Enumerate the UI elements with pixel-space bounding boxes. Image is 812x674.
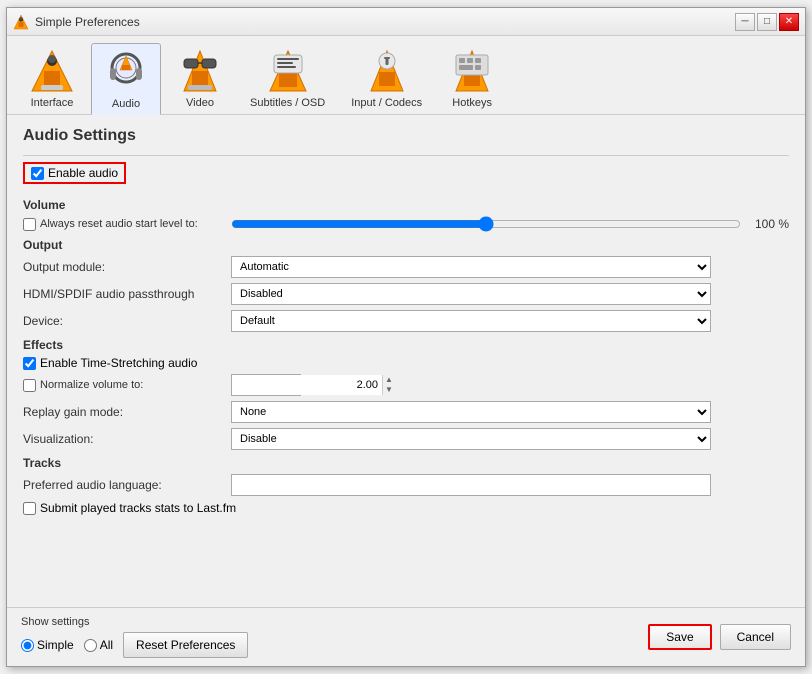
normalize-row: Normalize volume to: ▲ ▼ — [23, 374, 789, 396]
normalize-value-input[interactable] — [232, 375, 382, 395]
radio-group: Simple All Reset Preferences — [21, 632, 248, 658]
tab-subtitles[interactable]: Subtitles / OSD — [239, 42, 336, 114]
save-button[interactable]: Save — [648, 624, 711, 650]
tab-input-label: Input / Codecs — [351, 97, 422, 109]
tab-video[interactable]: Video — [165, 42, 235, 114]
volume-group-label: Volume — [23, 198, 789, 212]
all-radio-label: All — [100, 638, 113, 652]
main-window: Simple Preferences ─ □ ✕ Interface — [6, 7, 806, 667]
cancel-button[interactable]: Cancel — [720, 624, 791, 650]
normalize-spinner: ▲ ▼ — [231, 374, 301, 396]
footer-right: Save Cancel — [648, 624, 791, 650]
preferred-lang-row: Preferred audio language: — [23, 474, 789, 496]
title-bar: Simple Preferences ─ □ ✕ — [7, 8, 805, 36]
output-group-label: Output — [23, 238, 789, 252]
all-radio-item[interactable]: All — [84, 638, 113, 652]
hotkeys-tab-icon — [448, 47, 496, 95]
show-settings-label: Show settings — [21, 616, 248, 628]
visualization-label: Visualization: — [23, 432, 223, 446]
tab-subtitles-label: Subtitles / OSD — [250, 97, 325, 109]
input-tab-icon — [363, 47, 411, 95]
submit-tracks-checkbox[interactable] — [23, 502, 36, 515]
tab-hotkeys-label: Hotkeys — [452, 97, 492, 109]
title-divider — [23, 155, 789, 156]
main-content: Audio Settings Enable audio Volume Alway… — [7, 115, 805, 607]
footer-left: Show settings Simple All Reset Preferenc… — [21, 616, 248, 658]
hdmi-row: HDMI/SPDIF audio passthrough Disabled — [23, 283, 789, 305]
volume-slider-container: 100 % — [231, 216, 789, 232]
normalize-label: Normalize volume to: — [40, 379, 143, 391]
footer: Show settings Simple All Reset Preferenc… — [7, 607, 805, 666]
submit-tracks-label: Submit played tracks stats to Last.fm — [40, 501, 236, 515]
output-module-select[interactable]: Automatic — [231, 256, 711, 278]
close-button[interactable]: ✕ — [779, 13, 799, 31]
tab-input[interactable]: Input / Codecs — [340, 42, 433, 114]
preferred-lang-input[interactable] — [231, 474, 711, 496]
all-radio[interactable] — [84, 639, 97, 652]
visualization-select[interactable]: Disable — [231, 428, 711, 450]
interface-tab-icon — [28, 47, 76, 95]
effects-group-label: Effects — [23, 338, 789, 352]
submit-tracks-row: Submit played tracks stats to Last.fm — [23, 501, 789, 515]
device-row: Device: Default — [23, 310, 789, 332]
window-title: Simple Preferences — [35, 15, 140, 29]
tab-hotkeys[interactable]: Hotkeys — [437, 42, 507, 114]
replay-gain-label: Replay gain mode: — [23, 405, 223, 419]
subtitles-tab-icon — [264, 47, 312, 95]
volume-value: 100 % — [749, 217, 789, 231]
enable-audio-checkbox[interactable] — [31, 167, 44, 180]
always-reset-checkbox[interactable] — [23, 218, 36, 231]
audio-tab-icon — [102, 48, 150, 96]
spinner-up[interactable]: ▲ — [383, 375, 395, 385]
title-bar-controls: ─ □ ✕ — [735, 13, 799, 31]
simple-radio-item[interactable]: Simple — [21, 638, 74, 652]
enable-audio-label: Enable audio — [48, 166, 118, 180]
tracks-group-label: Tracks — [23, 456, 789, 470]
always-reset-label: Always reset audio start level to: — [40, 218, 198, 230]
simple-radio-label: Simple — [37, 638, 74, 652]
spinner-arrows: ▲ ▼ — [382, 375, 395, 395]
tab-interface[interactable]: Interface — [17, 42, 87, 114]
always-reset-row: Always reset audio start level to: 100 % — [23, 216, 789, 232]
replay-gain-row: Replay gain mode: None — [23, 401, 789, 423]
visualization-row: Visualization: Disable — [23, 428, 789, 450]
normalize-checkbox[interactable] — [23, 379, 36, 392]
time-stretch-checkbox[interactable] — [23, 357, 36, 370]
tab-interface-label: Interface — [31, 97, 74, 109]
tab-audio[interactable]: Audio — [91, 43, 161, 115]
device-label: Device: — [23, 314, 223, 328]
time-stretch-row: Enable Time-Stretching audio — [23, 356, 789, 370]
enable-audio-box: Enable audio — [23, 162, 126, 184]
video-tab-icon — [176, 47, 224, 95]
simple-radio[interactable] — [21, 639, 34, 652]
output-module-label: Output module: — [23, 260, 223, 274]
reset-preferences-button[interactable]: Reset Preferences — [123, 632, 248, 658]
output-module-row: Output module: Automatic — [23, 256, 789, 278]
replay-gain-select[interactable]: None — [231, 401, 711, 423]
spinner-down[interactable]: ▼ — [383, 385, 395, 395]
volume-slider[interactable] — [231, 216, 741, 232]
vlc-title-icon — [13, 14, 29, 30]
nav-tabs: Interface Audio — [7, 36, 805, 115]
hdmi-select[interactable]: Disabled — [231, 283, 711, 305]
device-select[interactable]: Default — [231, 310, 711, 332]
title-bar-left: Simple Preferences — [13, 14, 140, 30]
audio-settings-title: Audio Settings — [23, 127, 789, 145]
hdmi-label: HDMI/SPDIF audio passthrough — [23, 287, 223, 301]
tab-audio-label: Audio — [112, 98, 140, 110]
preferred-lang-label: Preferred audio language: — [23, 478, 223, 492]
tab-video-label: Video — [186, 97, 214, 109]
minimize-button[interactable]: ─ — [735, 13, 755, 31]
restore-button[interactable]: □ — [757, 13, 777, 31]
time-stretch-label: Enable Time-Stretching audio — [40, 356, 197, 370]
